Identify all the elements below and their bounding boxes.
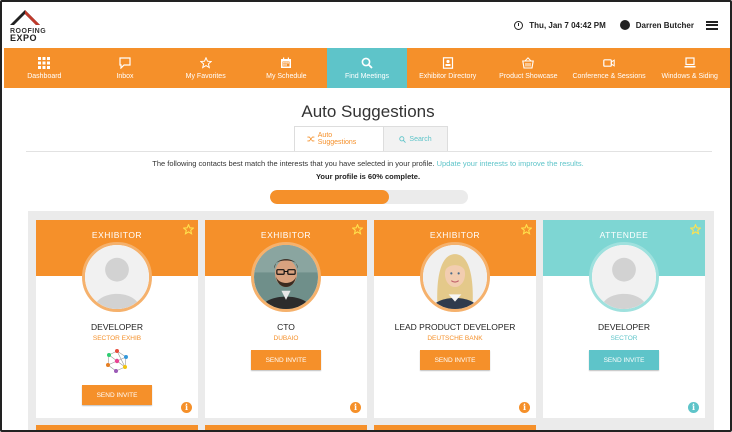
datetime-text: Thu, Jan 7 04:42 PM [529,20,606,30]
roof-logo-icon [10,10,40,25]
logo-text: ROOFING EXPO [10,28,46,43]
search-icon [399,135,407,143]
nav-item-conference-sessions[interactable]: Conference & Sessions [569,48,650,88]
nav-label: Exhibitor Directory [419,72,477,80]
nav-item-windows-siding[interactable]: Windows & Siding [649,48,730,88]
contact-card[interactable]: EXHIBITOR LEAD PRODUCT DEVELOPER DEUTSCH… [374,220,536,418]
nav-item-schedule[interactable]: My Schedule [246,48,327,88]
contact-organization[interactable]: DEUTSCHE BANK [374,335,536,342]
man-photo-avatar [251,242,321,312]
hamburger-menu-icon[interactable] [706,20,718,30]
top-header: ROOFING EXPO Thu, Jan 7 04:42 PM Darren … [4,4,730,48]
app-window: ROOFING EXPO Thu, Jan 7 04:42 PM Darren … [0,0,732,432]
directory-icon [442,56,453,69]
intro-message: The following contacts best match the in… [152,159,435,168]
contact-role: LEAD PRODUCT DEVELOPER [394,322,516,332]
info-icon[interactable]: i [350,402,361,413]
contact-role: DEVELOPER [598,322,650,332]
clock-icon [514,20,524,30]
card-type-label: EXHIBITOR [260,230,312,240]
tab-label: Search [409,135,432,143]
tab-auto-suggestions[interactable]: Auto Suggestions [294,126,384,152]
placeholder-avatar [82,242,152,312]
send-invite-button[interactable]: SEND INVITE [589,350,659,370]
nav-item-dashboard[interactable]: Dashboard [4,48,85,88]
profile-complete-text: Your profile is 60% complete. [315,172,421,181]
nav-item-favorites[interactable]: My Favorites [165,48,246,88]
man-portrait-photo [254,245,318,309]
contact-card[interactable]: EXHIBITOR DEVELOPER SECTOR EXHIB SEND IN… [36,220,198,418]
nav-label: My Schedule [266,72,307,80]
logo-line-2: EXPO [10,33,38,43]
contact-organization[interactable]: SECTOR EXHIB [36,335,198,342]
next-card-peek [205,425,367,430]
tab-label: Auto Suggestions [317,132,357,146]
info-icon[interactable]: i [519,402,530,413]
card-type-label: ATTENDEE [599,230,649,240]
favorite-star-icon[interactable] [352,224,363,235]
user-name[interactable]: Darren Butcher [636,21,694,30]
nav-label: My Favorites [185,72,226,80]
suggestion-tabs: Auto Suggestions Search [294,126,448,152]
user-placeholder-icon [85,245,149,309]
woman-portrait-photo [423,245,487,309]
placeholder-avatar [589,242,659,312]
user-icon[interactable] [619,20,630,30]
shuffle-icon [307,136,315,142]
profile-progress-bar [270,190,468,204]
laptop-icon [684,56,696,67]
nav-item-product-showcase[interactable]: Product Showcase [488,48,569,88]
info-icon[interactable]: i [688,402,699,413]
favorite-star-icon[interactable] [690,224,701,235]
profile-progress-fill [270,190,389,204]
suggestion-cards-area: EXHIBITOR DEVELOPER SECTOR EXHIB SEND IN… [28,211,714,430]
info-icon[interactable]: i [181,402,192,413]
nav-label: Conference & Sessions [572,72,646,80]
contact-organization[interactable]: SECTOR [543,335,705,342]
next-card-peek [374,425,536,430]
woman-photo-avatar [420,242,490,312]
nav-item-inbox[interactable]: Inbox [85,48,166,88]
contact-organization[interactable]: DUBAIO [205,335,367,342]
nav-label: Dashboard [27,72,62,80]
card-type-label: EXHIBITOR [91,230,143,240]
favorite-star-icon[interactable] [521,224,532,235]
next-card-peek [36,425,198,430]
video-icon [603,58,615,67]
nav-label: Inbox [116,72,134,80]
basket-icon [522,56,535,69]
contact-role: DEVELOPER [91,322,143,332]
calendar-icon [281,57,292,68]
contact-role: CTO [277,322,295,332]
contact-card[interactable]: ATTENDEE DEVELOPER SECTOR SEND INVITE i [543,220,705,418]
roofing-expo-logo[interactable]: ROOFING EXPO [8,8,46,46]
send-invite-button[interactable]: SEND INVITE [82,385,152,405]
search-icon [361,57,373,69]
star-icon [199,56,212,69]
user-placeholder-icon [592,245,656,309]
nav-item-find-meetings[interactable]: Find Meetings [326,48,408,88]
send-invite-button[interactable]: SEND INVITE [251,350,321,370]
grid-icon [38,56,51,69]
card-type-label: EXHIBITOR [429,230,481,240]
main-nav: Dashboard Inbox My Favorites My Schedule… [4,48,730,88]
contact-card[interactable]: EXHIBITOR CTO DUBAIO SEND INVITE i [205,220,367,418]
update-interests-link[interactable]: Update your interests to improve the res… [437,159,584,168]
intro-text: The following contacts best match the in… [2,159,730,168]
network-icon [106,349,128,373]
send-invite-button[interactable]: SEND INVITE [420,350,490,370]
nav-label: Find Meetings [345,72,389,80]
tab-search[interactable]: Search [384,126,448,152]
page-title: Auto Suggestions [301,102,435,121]
tab-divider [26,151,712,152]
message-icon [119,56,131,69]
header-right: Thu, Jan 7 04:42 PM Darren Butcher [514,20,718,30]
nav-label: Product Showcase [499,72,558,80]
favorite-star-icon[interactable] [183,224,194,235]
nav-item-exhibitor-directory[interactable]: Exhibitor Directory [407,48,488,88]
nav-label: Windows & Siding [661,72,718,80]
